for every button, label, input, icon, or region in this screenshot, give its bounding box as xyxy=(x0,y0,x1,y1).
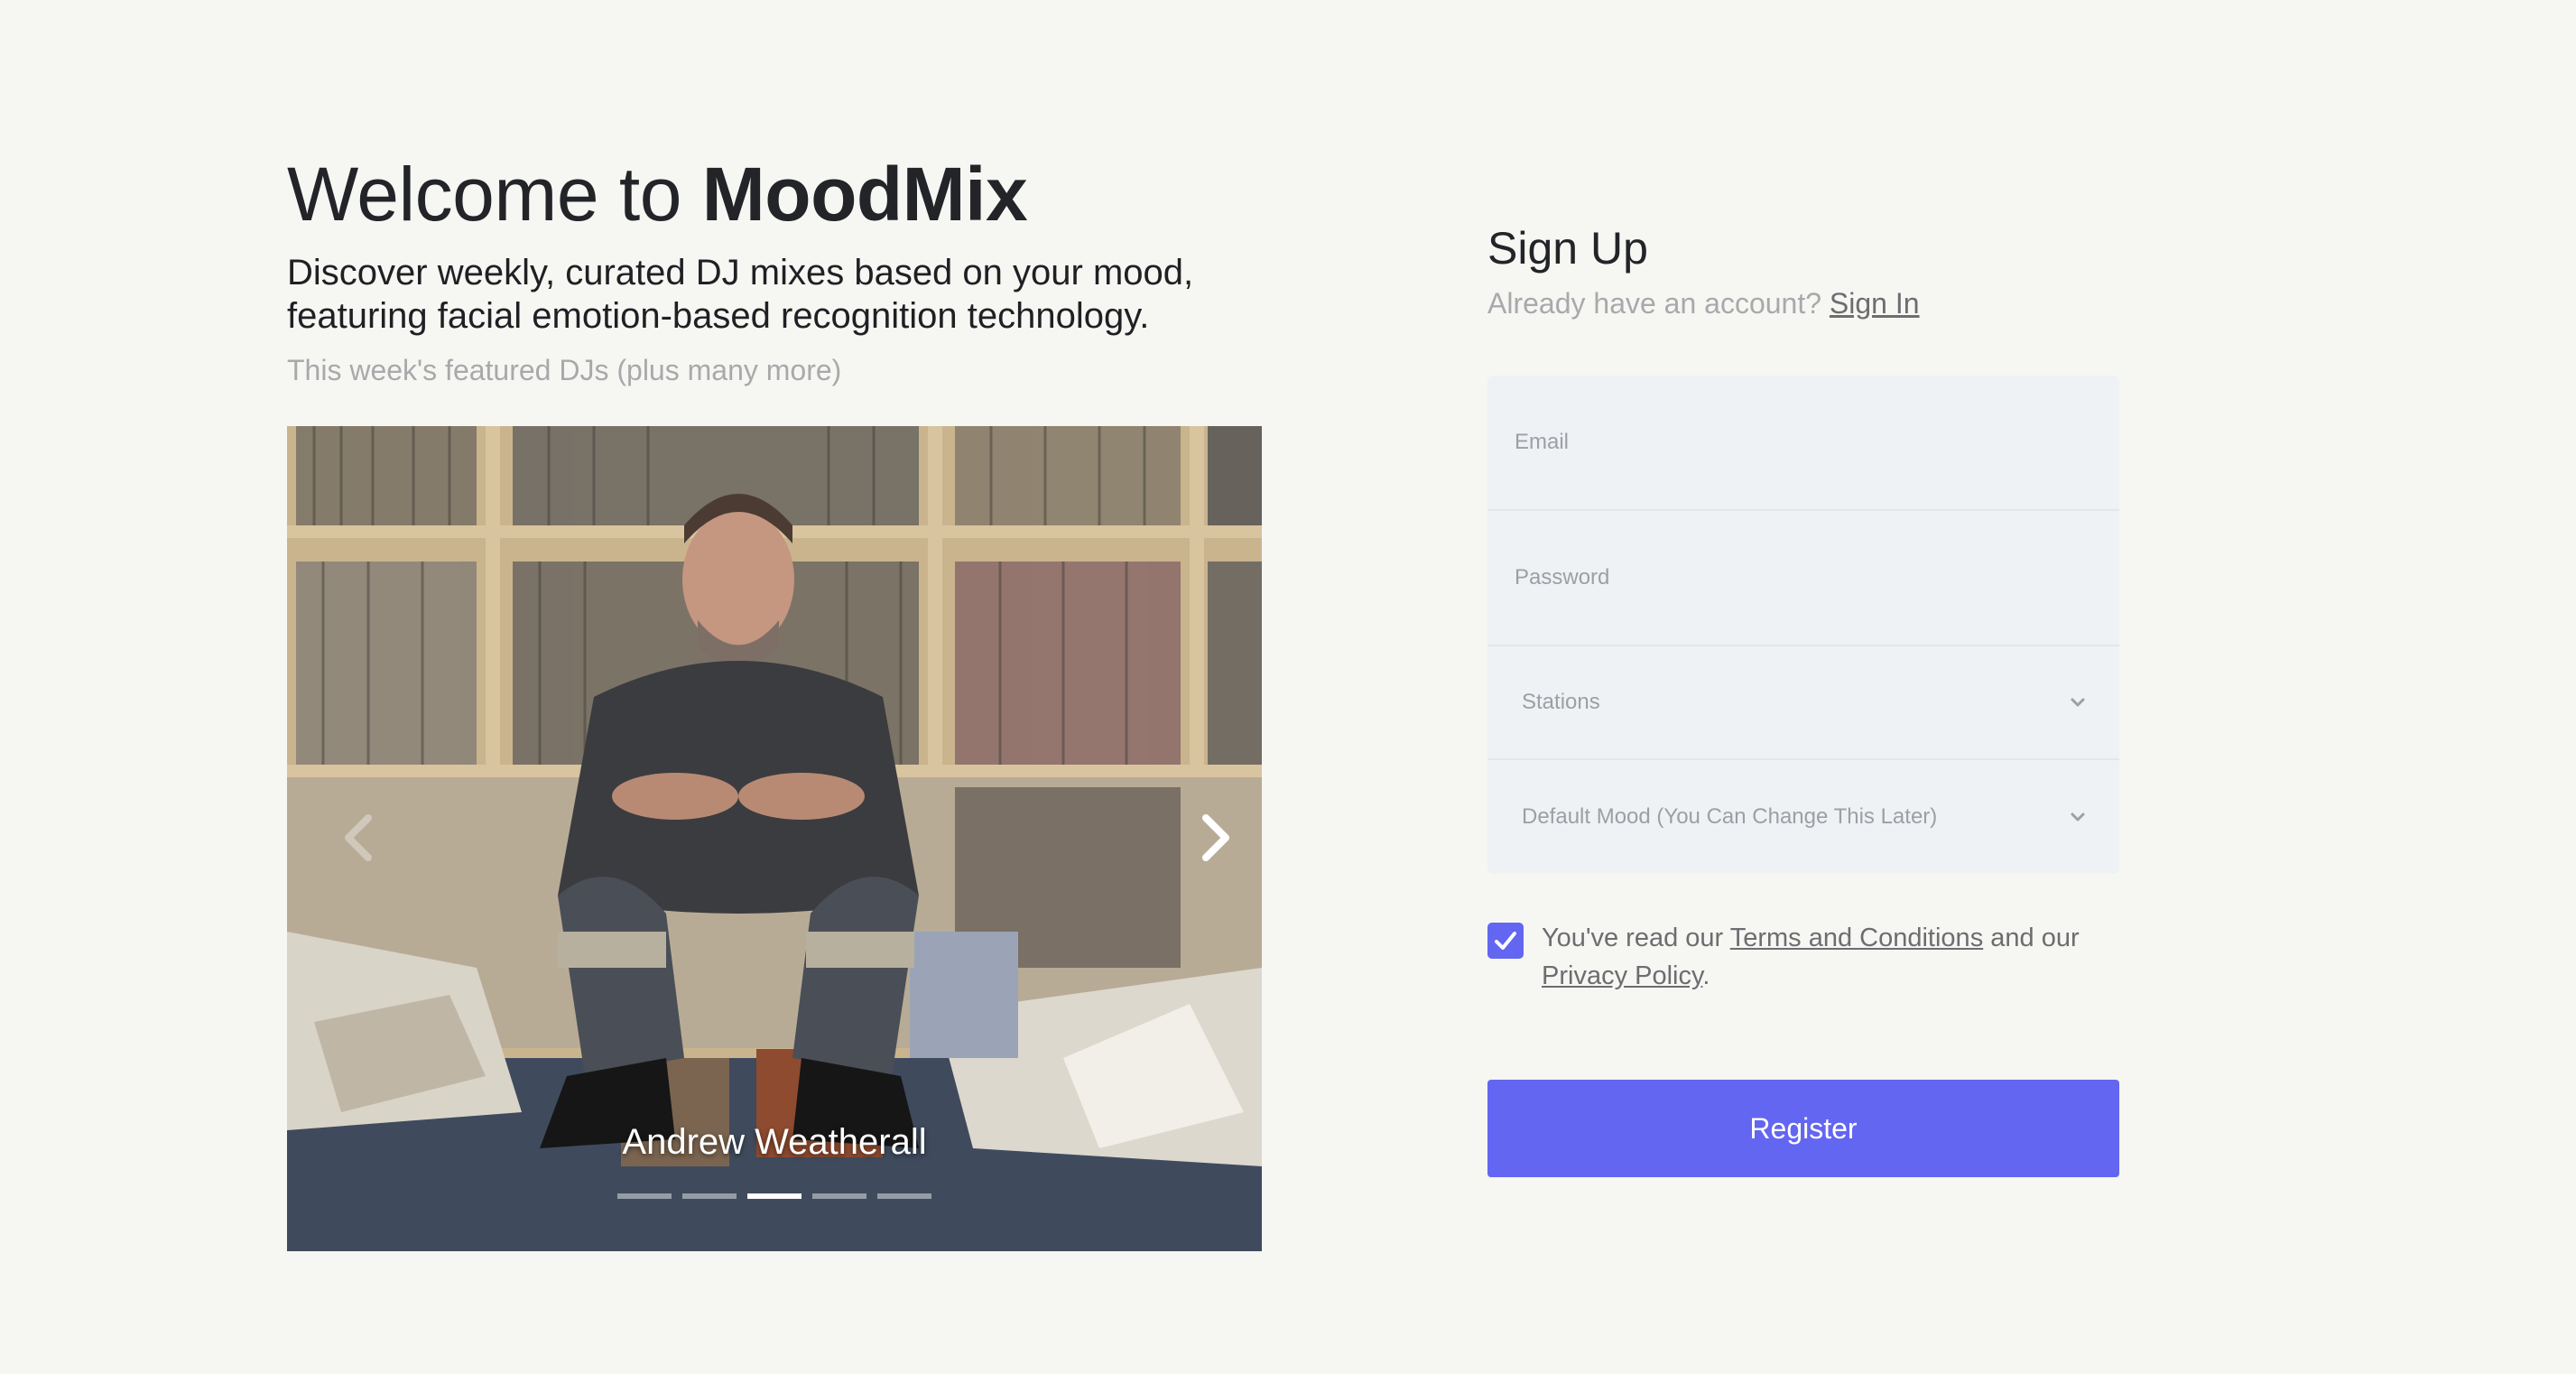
carousel-indicator-4[interactable] xyxy=(812,1193,866,1199)
password-field[interactable] xyxy=(1487,511,2119,645)
carousel-prev-button[interactable] xyxy=(332,802,386,874)
signup-panel: Sign Up Already have an account? Sign In… xyxy=(1487,217,2119,1177)
email-field-wrapper xyxy=(1487,376,2119,511)
consent-text: You've read our Terms and Conditions and… xyxy=(1542,919,2101,995)
consent-middle: and our xyxy=(1983,924,2080,952)
carousel-indicators xyxy=(287,1193,1262,1199)
carousel-caption: Andrew Weatherall xyxy=(622,1122,927,1162)
stations-select[interactable]: Stations xyxy=(1487,646,2119,760)
terms-link[interactable]: Terms and Conditions xyxy=(1730,924,1983,952)
terms-checkbox[interactable] xyxy=(1487,923,1524,959)
welcome-prefix: Welcome to xyxy=(287,152,702,237)
default-mood-select[interactable]: Default Mood (You Can Change This Later) xyxy=(1487,760,2119,874)
default-mood-select-label: Default Mood (You Can Change This Later) xyxy=(1522,804,1938,829)
consent-suffix: . xyxy=(1702,961,1710,990)
chevron-right-icon xyxy=(1202,814,1229,861)
featured-djs-note: This week's featured DJs (plus many more… xyxy=(287,354,842,386)
stations-select-label: Stations xyxy=(1522,690,1600,714)
chevron-down-icon xyxy=(2071,698,2085,707)
signup-form: Stations Default Mood (You Can Change Th… xyxy=(1487,376,2119,874)
signin-prompt: Already have an account? Sign In xyxy=(1487,283,2119,323)
privacy-link[interactable]: Privacy Policy xyxy=(1542,961,1702,990)
signup-title: Sign Up xyxy=(1487,223,1648,274)
carousel-indicator-1[interactable] xyxy=(617,1193,672,1199)
carousel-indicator-2[interactable] xyxy=(682,1193,737,1199)
register-button[interactable]: Register xyxy=(1487,1080,2119,1177)
checkmark-icon xyxy=(1495,932,1516,950)
carousel-indicator-5[interactable] xyxy=(877,1193,931,1199)
carousel-next-button[interactable] xyxy=(1190,802,1244,874)
password-field-wrapper xyxy=(1487,511,2119,646)
consent-prefix: You've read our xyxy=(1542,924,1730,952)
dj-carousel: Andrew Weatherall xyxy=(287,426,1262,1251)
hero-section: Welcome to MoodMix Discover weekly, cura… xyxy=(287,144,1262,388)
brand-name: MoodMix xyxy=(701,152,1028,237)
page-title: Welcome to MoodMix xyxy=(287,144,1262,244)
tagline: Discover weekly, curated DJ mixes based … xyxy=(287,253,1194,336)
chevron-left-icon xyxy=(345,814,372,861)
have-account-text: Already have an account? xyxy=(1487,287,1822,320)
email-field[interactable] xyxy=(1487,376,2119,509)
sign-in-link[interactable]: Sign In xyxy=(1830,287,1920,320)
carousel-indicator-3[interactable] xyxy=(747,1193,802,1199)
chevron-down-icon xyxy=(2071,812,2085,822)
